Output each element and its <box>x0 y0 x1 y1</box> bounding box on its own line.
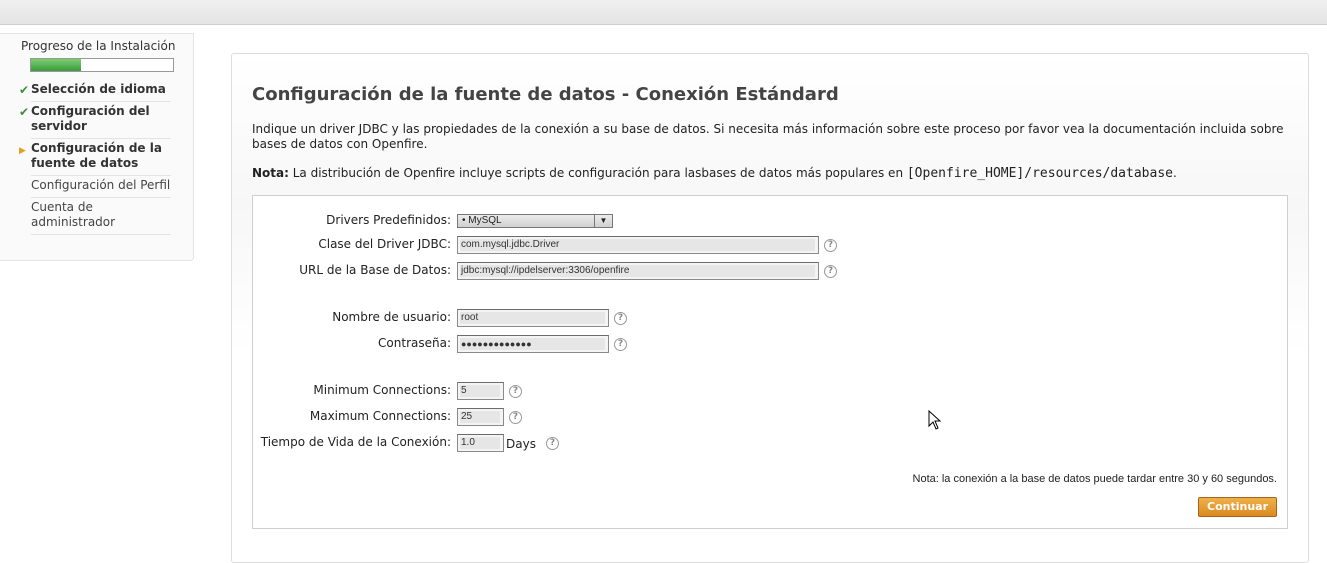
checkmark-icon: ✔ <box>19 105 30 119</box>
step-admin-account: Cuenta de administrador <box>31 198 171 235</box>
step-label: Configuración del Perfil <box>31 178 171 192</box>
installation-progress-sidebar: Progreso de la Instalación ✔ Selección d… <box>0 33 194 261</box>
min-connections-label: Minimum Connections: <box>313 383 451 397</box>
max-connections-input[interactable]: 25 <box>457 408 504 426</box>
current-step-arrow-icon: ▶ <box>19 146 26 156</box>
help-icon[interactable]: ? <box>614 312 627 325</box>
progress-bar <box>30 58 174 72</box>
username-input[interactable]: root <box>457 309 609 327</box>
step-label: Cuenta de administrador <box>31 200 116 229</box>
lifetime-unit: Days <box>506 437 536 451</box>
driver-class-label: Clase del Driver JDBC: <box>318 237 451 251</box>
progress-bar-fill <box>31 59 81 71</box>
step-profile: Configuración del Perfil <box>31 176 171 198</box>
password-input[interactable]: ●●●●●●●●●●●●● <box>457 335 609 353</box>
main-panel: Configuración de la fuente de datos - Co… <box>231 53 1309 563</box>
intro-text: Indique un driver JDBC y las propiedades… <box>252 122 1284 151</box>
connection-footnote: Nota: la conexión a la base de datos pue… <box>912 473 1277 485</box>
help-icon[interactable]: ? <box>509 411 522 424</box>
step-language[interactable]: ✔ Selección de idioma <box>19 80 171 102</box>
step-label: Selección de idioma <box>31 82 166 96</box>
driver-class-input[interactable]: com.mysql.jdbc.Driver <box>457 236 819 254</box>
dropdown-arrow-icon[interactable]: ▼ <box>594 215 612 227</box>
mouse-cursor-icon <box>928 410 942 430</box>
help-icon[interactable]: ? <box>824 239 837 252</box>
drivers-select[interactable]: • MySQL ▼ <box>457 214 613 228</box>
max-connections-label: Maximum Connections: <box>309 409 451 423</box>
min-connections-input[interactable]: 5 <box>457 382 504 400</box>
browser-toolbar <box>0 0 1327 25</box>
page-title: Configuración de la fuente de datos - Co… <box>252 84 839 105</box>
note-end: . <box>1172 166 1177 180</box>
note-body: La distribución de Openfire incluye scri… <box>288 166 907 180</box>
password-label: Contraseña: <box>378 336 451 350</box>
drivers-selected-value: • MySQL <box>462 215 502 226</box>
sidebar-title: Progreso de la Instalación <box>21 39 176 53</box>
connection-lifetime-label: Tiempo de Vida de la Conexión: <box>260 435 451 449</box>
note-text: Nota: La distribución de Openfire incluy… <box>252 165 1292 182</box>
note-path: [Openfire_HOME]/resources/database <box>906 166 1173 181</box>
step-label: Configuración del servidor <box>31 104 150 133</box>
checkmark-icon: ✔ <box>19 83 30 97</box>
help-icon[interactable]: ? <box>509 385 522 398</box>
help-icon[interactable]: ? <box>546 437 559 450</box>
drivers-label: Drivers Predefinidos: <box>326 213 451 227</box>
datasource-form: Drivers Predefinidos: • MySQL ▼ Clase de… <box>252 195 1288 529</box>
help-icon[interactable]: ? <box>824 265 837 278</box>
continue-button[interactable]: Continuar <box>1198 497 1277 517</box>
step-datasource: ▶ Configuración de la fuente de datos <box>19 139 171 176</box>
url-input[interactable]: jdbc:mysql://ipdelserver:3306/openfire <box>457 262 819 280</box>
url-label: URL de la Base de Datos: <box>299 263 451 277</box>
help-icon[interactable]: ? <box>614 338 627 351</box>
step-server[interactable]: ✔ Configuración del servidor <box>19 102 171 139</box>
username-label: Nombre de usuario: <box>332 310 451 324</box>
step-label: Configuración de la fuente de datos <box>31 141 162 170</box>
connection-lifetime-input[interactable]: 1.0 <box>457 434 504 452</box>
steps-list: ✔ Selección de idioma ✔ Configuración de… <box>0 80 194 235</box>
note-label: Nota: <box>252 166 289 180</box>
